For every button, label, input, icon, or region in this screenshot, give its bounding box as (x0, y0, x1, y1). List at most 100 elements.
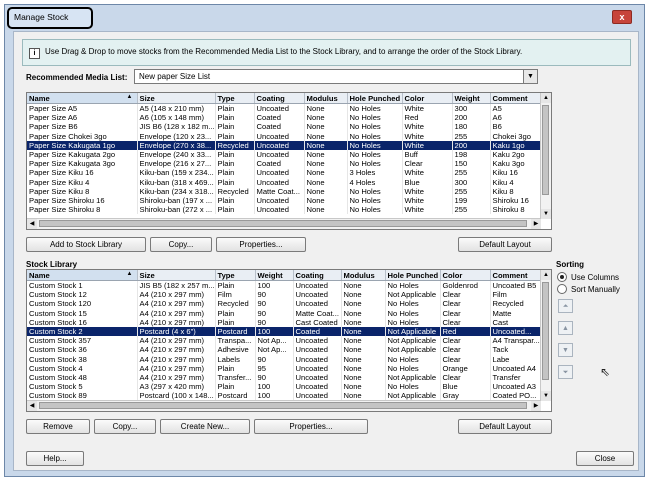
table-row[interactable]: Paper Size Shiroku 8 Shiroku-ban (272 x .… (27, 205, 544, 215)
use-columns-radio[interactable]: Use Columns (557, 272, 619, 282)
column-header-hole-punched[interactable]: Hole Punched (347, 93, 403, 104)
table-cell: Paper Size Shiroku 16 (27, 195, 138, 206)
table-row[interactable]: Paper Size A6 A6 (105 x 148 mm) Plain Coate… (27, 113, 544, 123)
help-button[interactable]: Help... (26, 451, 84, 466)
scroll-down-arrow-icon[interactable]: ▼ (541, 209, 551, 219)
create-new-button[interactable]: Create New... (160, 419, 250, 434)
move-to-top-icon[interactable]: ⏶ (558, 299, 573, 313)
table-cell: Plain (215, 113, 255, 123)
column-header-type[interactable]: Type (215, 93, 255, 104)
table-cell: Uncoated A3 (490, 382, 544, 392)
table-row[interactable]: Custom Stock 48 A4 (210 x 297 mm) Transfer… (27, 372, 544, 383)
column-header-comment[interactable]: Comment (490, 270, 544, 281)
scroll-thumb[interactable] (39, 402, 527, 409)
column-header-name[interactable]: Name ▲ (27, 270, 138, 281)
move-up-icon[interactable]: ▲ (558, 321, 573, 335)
scroll-thumb[interactable] (39, 220, 527, 227)
column-header-weight[interactable]: Weight (452, 93, 491, 104)
library-properties-button[interactable]: Properties... (254, 419, 368, 434)
table-row[interactable]: Paper Size A5 A5 (148 x 210 mm) Plain Uncoa… (27, 103, 544, 114)
column-header-coating[interactable]: Coating (254, 93, 305, 104)
table-row[interactable]: Custom Stock 2 Postcard (4 x 6") Postcard 1… (27, 326, 544, 337)
column-header-type[interactable]: Type (215, 270, 256, 281)
library-copy-button[interactable]: Copy... (94, 419, 156, 434)
add-to-stock-library-button[interactable]: Add to Stock Library (26, 237, 146, 252)
scroll-left-arrow-icon[interactable]: ◀ (27, 401, 37, 411)
table-cell: Shiroku-ban (197 x ... (137, 195, 216, 206)
table-cell: Plain (215, 205, 255, 215)
scroll-right-arrow-icon[interactable]: ▶ (531, 219, 541, 229)
table-cell: Plain (215, 122, 255, 132)
table-row[interactable]: Custom Stock 38 A4 (210 x 297 mm) Labels 90… (27, 354, 544, 364)
move-to-bottom-icon[interactable]: ⏷ (558, 365, 573, 379)
table-row[interactable]: Custom Stock 4 A4 (210 x 297 mm) Plain 95 Un… (27, 363, 544, 373)
table-cell: Plain (215, 317, 256, 327)
scroll-thumb[interactable] (542, 105, 549, 195)
table-row[interactable]: Paper Size Kiku 4 Kiku-ban (318 x 469... P… (27, 177, 544, 187)
table-row[interactable]: Paper Size B6 JIS B6 (128 x 182 m... Plain… (27, 122, 544, 132)
recommended-media-table[interactable]: Name ▲ Size Type Coating Modulus Hole Punched C… (26, 92, 552, 230)
table-row[interactable]: Paper Size Kakugata 2go Envelope (240 x 3… (27, 149, 544, 160)
recommended-vertical-scrollbar[interactable]: ▲ ▼ (540, 93, 551, 219)
table-row[interactable]: Custom Stock 120 A4 (210 x 297 mm) Recycle… (27, 299, 544, 309)
table-row[interactable]: Custom Stock 36 A4 (210 x 297 mm) Adhesive… (27, 345, 544, 355)
recommended-horizontal-scrollbar[interactable]: ◀ ▶ (27, 218, 541, 229)
column-header-weight[interactable]: Weight (255, 270, 294, 281)
table-cell: None (304, 140, 348, 150)
column-header-comment[interactable]: Comment (490, 93, 544, 104)
table-row[interactable]: Custom Stock 357 A4 (210 x 297 mm) Transpa… (27, 336, 544, 346)
table-cell: White (402, 205, 453, 215)
table-row[interactable]: Custom Stock 5 A3 (297 x 420 mm) Plain 100 U… (27, 382, 544, 392)
scroll-up-arrow-icon[interactable]: ▲ (541, 93, 551, 103)
table-cell: Kiku-ban (318 x 469... (137, 177, 216, 187)
sort-manually-radio[interactable]: Sort Manually (557, 284, 620, 294)
window-title: Manage Stock Library (7, 7, 93, 39)
scroll-up-arrow-icon[interactable]: ▲ (541, 270, 551, 280)
table-cell: Blue (440, 382, 491, 392)
table-row[interactable]: Custom Stock 1 JIS B5 (182 x 257 m... Plai… (27, 280, 544, 291)
column-header-modulus[interactable]: Modulus (304, 93, 348, 104)
stock-library-table[interactable]: Name ▲ Size Type Weight Coating Modulus Hole Pu… (26, 269, 552, 412)
library-vertical-scrollbar[interactable]: ▲ ▼ (540, 270, 551, 401)
table-cell: 300 (452, 103, 491, 114)
dialog-client-area: i Use Drag & Drop to move stocks from th… (13, 31, 639, 471)
recommended-properties-button[interactable]: Properties... (216, 237, 306, 252)
library-horizontal-scrollbar[interactable]: ◀ ▶ (27, 400, 541, 411)
table-row[interactable]: Paper Size Kiku 16 Kiku-ban (159 x 234...… (27, 168, 544, 178)
column-header-coating[interactable]: Coating (293, 270, 342, 281)
table-row[interactable]: Paper Size Kakugata 1go Envelope (270 x 3… (27, 140, 544, 150)
window-close-icon[interactable]: x (612, 10, 632, 24)
column-header-hole-punched[interactable]: Hole Punched (385, 270, 441, 281)
remove-button[interactable]: Remove (26, 419, 90, 434)
table-cell: Clear (440, 336, 491, 346)
table-row[interactable]: Custom Stock 15 A4 (210 x 297 mm) Plain 90 M… (27, 308, 544, 318)
table-row[interactable]: Custom Stock 12 A4 (210 x 297 mm) Film 90 Un… (27, 290, 544, 300)
move-down-icon[interactable]: ▼ (558, 343, 573, 357)
table-cell: 90 (255, 317, 294, 327)
table-row[interactable]: Paper Size Kiku 8 Kiku-ban (234 x 318... R… (27, 186, 544, 196)
scroll-left-arrow-icon[interactable]: ◀ (27, 219, 37, 229)
column-header-size[interactable]: Size (137, 93, 216, 104)
table-cell: 150 (452, 159, 491, 169)
table-row[interactable]: Paper Size Kakugata 3go Envelope (216 x 2… (27, 159, 544, 169)
scroll-thumb[interactable] (542, 282, 549, 380)
scroll-down-arrow-icon[interactable]: ▼ (541, 391, 551, 401)
table-cell: 300 (452, 177, 491, 187)
column-header-color[interactable]: Color (440, 270, 491, 281)
column-header-name[interactable]: Name ▲ (27, 93, 138, 104)
close-button[interactable]: Close (576, 451, 634, 466)
table-cell: Kaku 3go (490, 159, 544, 169)
table-cell: White (402, 103, 453, 114)
table-row[interactable]: Paper Size Shiroku 16 Shiroku-ban (197 x … (27, 195, 544, 206)
scroll-right-arrow-icon[interactable]: ▶ (531, 401, 541, 411)
column-header-size[interactable]: Size (137, 270, 216, 281)
table-row[interactable]: Custom Stock 16 A4 (210 x 297 mm) Plain 90 C… (27, 317, 544, 327)
library-default-layout-button[interactable]: Default Layout (458, 419, 552, 434)
table-row[interactable]: Paper Size Chokei 3go Envelope (120 x 23.… (27, 131, 544, 141)
column-header-modulus[interactable]: Modulus (341, 270, 386, 281)
column-header-color[interactable]: Color (402, 93, 453, 104)
recommended-media-dropdown[interactable]: New paper Size List ▼ (134, 69, 538, 84)
recommended-default-layout-button[interactable]: Default Layout (458, 237, 552, 252)
chevron-down-icon[interactable]: ▼ (523, 70, 537, 83)
recommended-copy-button[interactable]: Copy... (150, 237, 212, 252)
